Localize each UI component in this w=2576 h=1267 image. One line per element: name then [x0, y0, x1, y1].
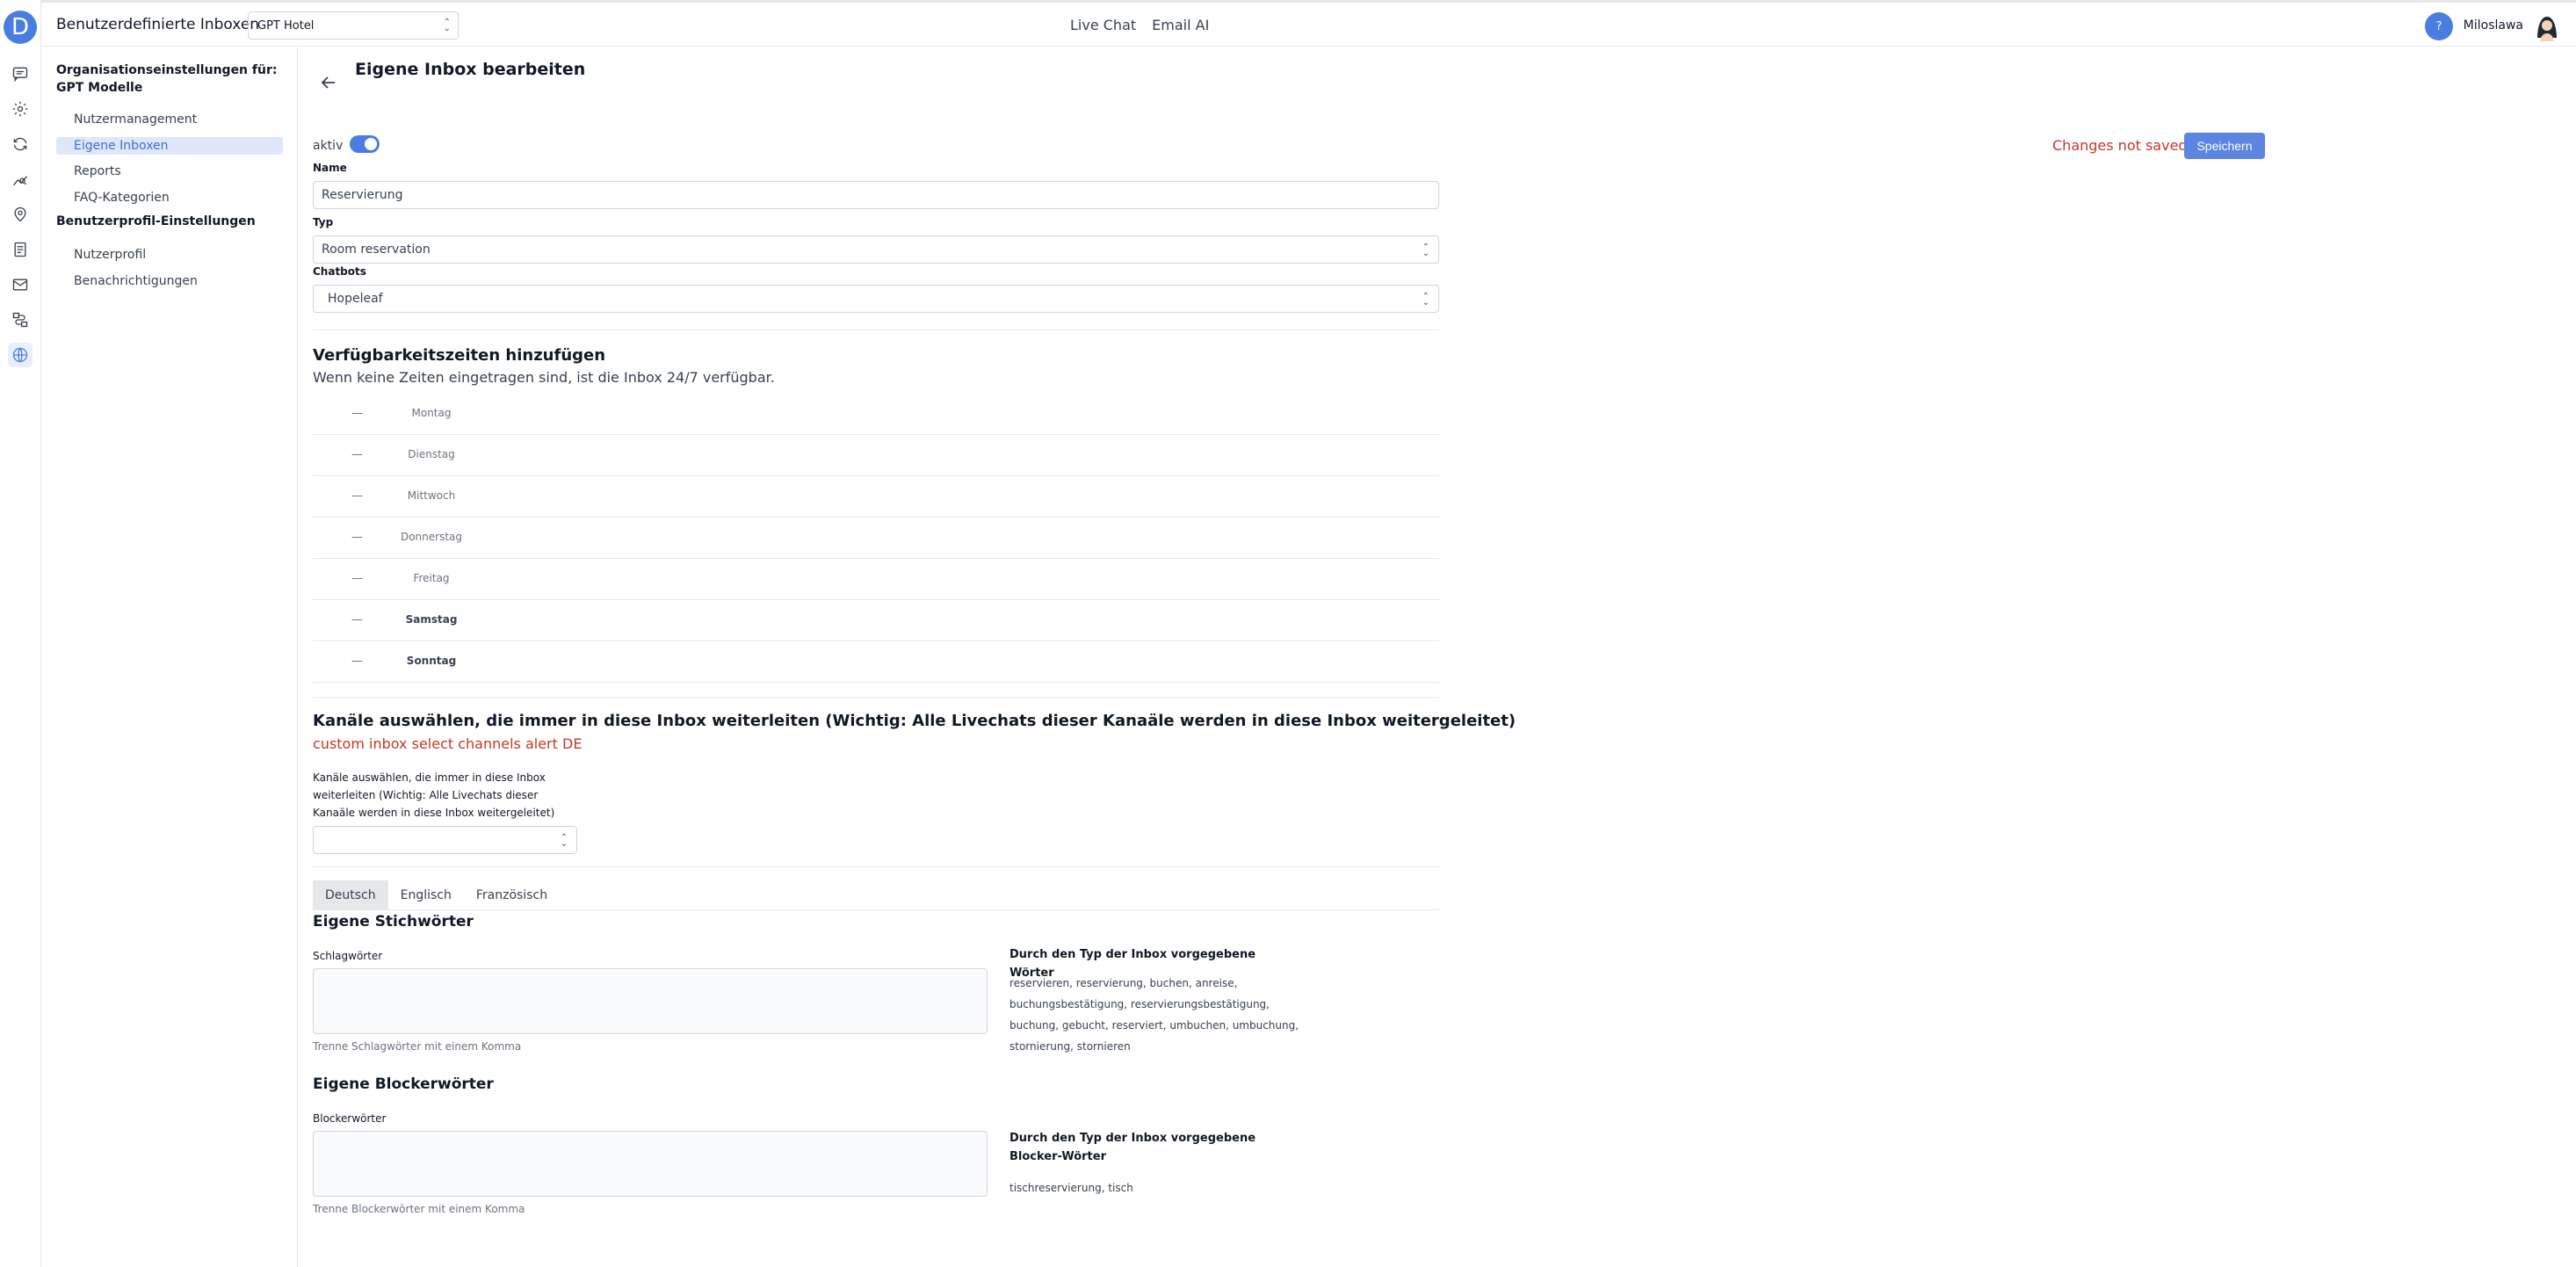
divider: [313, 866, 1439, 867]
chatbots-label: Chatbots: [313, 265, 366, 278]
aktiv-toggle[interactable]: [350, 135, 380, 153]
day-time-range: —: [351, 531, 363, 544]
profile-settings-heading: Benutzerprofil-Einstellungen: [56, 214, 256, 228]
sync-icon[interactable]: [8, 132, 33, 156]
sidebar-item-nutzermanagement[interactable]: Nutzermanagement: [56, 111, 283, 128]
keywords-hint: Trenne Schlagwörter mit einem Komma: [313, 1040, 522, 1053]
day-row-dienstag[interactable]: — Dienstag: [313, 435, 1439, 476]
select-caret-icon: ⌃ ⌄: [1422, 243, 1429, 258]
divider: [313, 329, 1439, 330]
page-title: Eigene Inbox bearbeiten: [355, 60, 586, 79]
channels-label: Kanäle auswählen, die immer in diese Inb…: [313, 771, 555, 819]
name-input-value: Reservierung: [322, 188, 403, 202]
day-time-range: —: [351, 655, 363, 668]
blockers-hint: Trenne Blockerwörter mit einem Komma: [313, 1203, 525, 1215]
user-name[interactable]: Miloslawa: [2464, 18, 2523, 33]
typ-select-value: Room reservation: [322, 243, 431, 257]
back-arrow-icon[interactable]: [318, 72, 339, 93]
sidebar-item-reports[interactable]: Reports: [56, 163, 283, 180]
typ-select[interactable]: Room reservation ⌃ ⌄: [313, 235, 1439, 264]
preset-blockers-title: Durch den Typ der Inbox vorgegebene Bloc…: [1009, 1132, 1256, 1163]
mail-icon[interactable]: [8, 272, 33, 297]
channels-title: Kanäle auswählen, die immer in diese Inb…: [313, 712, 1516, 730]
select-caret-icon: ⌃ ⌄: [560, 833, 568, 849]
main-content: Eigene Inbox bearbeiten aktiv Changes no…: [299, 47, 2576, 1267]
day-row-samstag[interactable]: — Samstag: [313, 600, 1439, 641]
keywords-label: Schlagwörter: [313, 950, 383, 962]
sidebar-item-eigene-inboxen[interactable]: Eigene Inboxen: [56, 137, 283, 155]
day-row-freitag[interactable]: — Freitag: [313, 559, 1439, 600]
settings-sidebar: Organisationseinstellungen für: GPT Mode…: [42, 47, 298, 1267]
day-row-montag[interactable]: — Montag: [313, 394, 1439, 435]
aktiv-label: aktiv: [313, 139, 344, 153]
chatbots-select[interactable]: Hopeleaf ⌃ ⌄: [313, 285, 1439, 313]
day-label: Montag: [411, 407, 452, 419]
name-input[interactable]: Reservierung: [313, 181, 1439, 209]
preset-keywords: reservieren, reservierung, buchen, anrei…: [1009, 977, 1299, 1053]
typ-label: Typ: [313, 216, 334, 228]
channels-select[interactable]: ⌃ ⌄: [313, 826, 577, 854]
hotel-select-value: GPT Hotel: [257, 18, 315, 33]
day-row-mittwoch[interactable]: — Mittwoch: [313, 476, 1439, 518]
day-time-range: —: [351, 489, 363, 503]
name-label: Name: [313, 162, 347, 174]
language-tabs: Deutsch Englisch Französisch: [313, 880, 1439, 910]
workflow-icon[interactable]: [8, 308, 33, 332]
sidebar-item-benachrichtigungen[interactable]: Benachrichtigungen: [56, 272, 283, 290]
app-title: Benutzerdefinierte Inboxen: [56, 16, 260, 33]
tab-englisch[interactable]: Englisch: [388, 880, 464, 910]
tab-deutsch[interactable]: Deutsch: [313, 880, 388, 910]
org-settings-heading: Organisationseinstellungen für: GPT Mode…: [56, 63, 278, 95]
sidebar-item-faq-kategorien[interactable]: FAQ-Kategorien: [56, 189, 283, 206]
icon-rail: D: [0, 0, 41, 1267]
blockers-textarea[interactable]: [313, 1131, 988, 1197]
tab-franzoesisch[interactable]: Französisch: [464, 880, 560, 910]
availability-subtitle: Wenn keine Zeiten eingetragen sind, ist …: [313, 369, 775, 386]
day-label: Dienstag: [408, 448, 455, 460]
sidebar-item-nutzerprofil[interactable]: Nutzerprofil: [56, 246, 283, 264]
chatbots-select-value: Hopeleaf: [328, 292, 383, 306]
analytics-icon[interactable]: [8, 167, 33, 192]
top-nav: Live Chat Email AI: [1070, 17, 1209, 33]
blockers-label: Blockerwörter: [313, 1112, 387, 1125]
day-time-range: —: [351, 613, 363, 626]
day-time-range: —: [351, 572, 363, 585]
availability-title: Verfügbarkeitszeiten hinzufügen: [313, 346, 606, 365]
day-time-range: —: [351, 448, 363, 461]
avatar[interactable]: [2532, 11, 2562, 41]
keywords-textarea[interactable]: [313, 968, 988, 1034]
save-button[interactable]: Speichern: [2184, 133, 2265, 159]
day-row-donnerstag[interactable]: — Donnerstag: [313, 518, 1439, 559]
day-label: Freitag: [413, 572, 450, 584]
top-header: Benutzerdefinierte Inboxen GPT Hotel ⌃ ⌄ …: [42, 3, 2576, 47]
preset-blockers: tischreservierung, tisch: [1009, 1182, 1133, 1194]
keywords-title: Eigene Stichwörter: [313, 913, 474, 930]
help-button[interactable]: ?: [2425, 12, 2453, 40]
divider: [313, 697, 1439, 698]
app-logo[interactable]: D: [4, 11, 37, 44]
nav-live-chat[interactable]: Live Chat: [1070, 17, 1136, 33]
channels-alert: custom inbox select channels alert DE: [313, 735, 582, 752]
document-icon[interactable]: [8, 237, 33, 262]
day-label: Samstag: [405, 613, 458, 626]
day-label: Sonntag: [406, 655, 457, 667]
nav-email-ai[interactable]: Email AI: [1152, 17, 1209, 33]
day-row-sonntag[interactable]: — Sonntag: [313, 641, 1439, 683]
select-caret-icon: ⌃ ⌄: [1422, 292, 1429, 308]
day-time-range: —: [351, 407, 363, 420]
blockers-title: Eigene Blockerwörter: [313, 1075, 494, 1093]
select-caret-icon: ⌃ ⌄: [443, 18, 451, 33]
globe-icon[interactable]: [8, 343, 33, 367]
day-label: Donnerstag: [400, 531, 463, 543]
location-icon[interactable]: [8, 202, 33, 227]
chat-icon[interactable]: [8, 62, 33, 86]
unsaved-status: Changes not saved: [2052, 137, 2188, 154]
day-label: Mittwoch: [407, 489, 456, 502]
gear-icon[interactable]: [8, 97, 33, 121]
hotel-select[interactable]: GPT Hotel ⌃ ⌄: [248, 11, 459, 40]
